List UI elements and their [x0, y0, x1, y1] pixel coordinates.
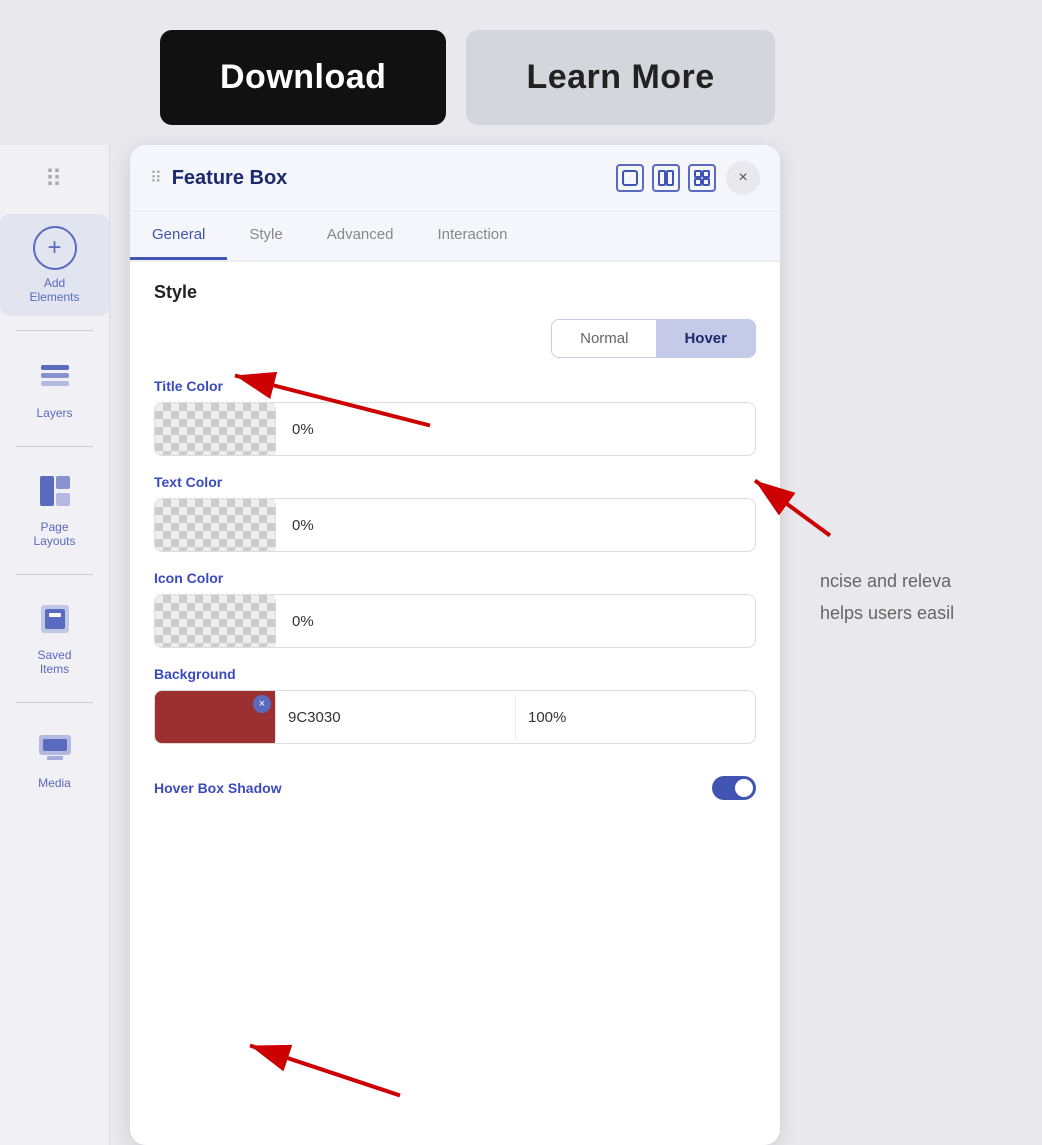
icon-color-field[interactable]: 0%: [154, 594, 756, 648]
icon-color-swatch[interactable]: [155, 595, 275, 647]
text-color-field[interactable]: 0%: [154, 498, 756, 552]
hover-box-shadow-toggle[interactable]: [712, 776, 756, 800]
sidebar-label-add-elements: AddElements: [29, 276, 79, 304]
media-icon: [37, 729, 73, 770]
title-color-label: Title Color: [154, 378, 756, 394]
text-color-group: Text Color 0%: [154, 474, 756, 552]
panel-title: Feature Box: [172, 167, 606, 190]
page-layouts-icon: [37, 473, 73, 514]
main-layout: ⠿ + AddElements Layers: [0, 145, 1042, 1145]
background-group: Background × 9C3030 100%: [154, 666, 756, 744]
sidebar-item-add-elements[interactable]: + AddElements: [0, 214, 109, 316]
sidebar-label-media: Media: [38, 776, 71, 790]
title-color-group: Title Color 0%: [154, 378, 756, 456]
view-icon-split[interactable]: [652, 164, 680, 192]
right-content-line1: ncise and releva: [820, 571, 951, 591]
icon-color-group: Icon Color 0%: [154, 570, 756, 648]
add-elements-icon: +: [33, 226, 77, 270]
layers-icon: [37, 357, 73, 400]
panel-body: Style Normal Hover Title Color 0% Text C…: [130, 262, 780, 824]
toggle-hover-button[interactable]: Hover: [656, 320, 755, 357]
top-bar: Download Learn More: [0, 0, 1042, 145]
style-section-title: Style: [154, 282, 756, 303]
background-field[interactable]: × 9C3030 100%: [154, 690, 756, 744]
right-content-line2: helps users easil: [820, 603, 954, 623]
text-color-label: Text Color: [154, 474, 756, 490]
background-label: Background: [154, 666, 756, 682]
view-icon-grid[interactable]: [688, 164, 716, 192]
saved-items-icon: [37, 601, 73, 642]
normal-hover-toggle-group: Normal Hover: [551, 319, 756, 358]
sidebar-label-layers: Layers: [36, 406, 72, 420]
sidebar-item-layers[interactable]: Layers: [0, 345, 109, 432]
text-color-value: 0%: [275, 503, 755, 548]
background-values: 9C3030 100%: [275, 695, 755, 740]
sidebar-divider-3: [16, 574, 92, 575]
sidebar-label-page-layouts: PageLayouts: [33, 520, 75, 548]
tab-advanced[interactable]: Advanced: [305, 212, 416, 260]
toggle-normal-button[interactable]: Normal: [552, 320, 656, 357]
title-color-value: 0%: [275, 407, 755, 452]
background-swatch[interactable]: ×: [155, 691, 275, 743]
sidebar-divider-4: [16, 702, 92, 703]
sidebar-label-saved-items: SavedItems: [37, 648, 71, 676]
icon-color-label: Icon Color: [154, 570, 756, 586]
panel-drag-handle[interactable]: ⠿: [150, 168, 162, 188]
sidebar-item-saved-items[interactable]: SavedItems: [0, 589, 109, 688]
sidebar: ⠿ + AddElements Layers: [0, 145, 110, 1145]
panel-tabs: General Style Advanced Interaction: [130, 212, 780, 262]
sidebar-item-media[interactable]: Media: [0, 717, 109, 802]
title-color-swatch[interactable]: [155, 403, 275, 455]
background-opacity[interactable]: 100%: [516, 695, 755, 740]
tab-interaction[interactable]: Interaction: [415, 212, 529, 260]
tab-general[interactable]: General: [130, 212, 227, 260]
sidebar-divider-1: [16, 330, 92, 331]
panel-view-icons: [616, 164, 716, 192]
hover-box-shadow-label: Hover Box Shadow: [154, 780, 282, 796]
tab-style[interactable]: Style: [227, 212, 304, 260]
sidebar-item-page-layouts[interactable]: PageLayouts: [0, 461, 109, 560]
right-content: ncise and releva helps users easil: [800, 145, 1042, 1145]
title-color-field[interactable]: 0%: [154, 402, 756, 456]
normal-hover-toggle-row: Normal Hover: [154, 319, 756, 358]
text-color-swatch[interactable]: [155, 499, 275, 551]
sidebar-dots-icon: ⠿: [45, 165, 65, 194]
learn-more-button[interactable]: Learn More: [466, 30, 774, 125]
background-hex[interactable]: 9C3030: [276, 695, 516, 740]
panel-close-button[interactable]: ×: [726, 161, 760, 195]
swatch-clear-button[interactable]: ×: [253, 695, 271, 713]
feature-box-panel: ⠿ Feature Box: [130, 145, 780, 1145]
sidebar-divider-2: [16, 446, 92, 447]
hover-box-shadow-row: Hover Box Shadow: [154, 762, 756, 804]
view-icon-single[interactable]: [616, 164, 644, 192]
download-button[interactable]: Download: [160, 30, 446, 125]
icon-color-value: 0%: [275, 599, 755, 644]
panel-header: ⠿ Feature Box: [130, 145, 780, 212]
